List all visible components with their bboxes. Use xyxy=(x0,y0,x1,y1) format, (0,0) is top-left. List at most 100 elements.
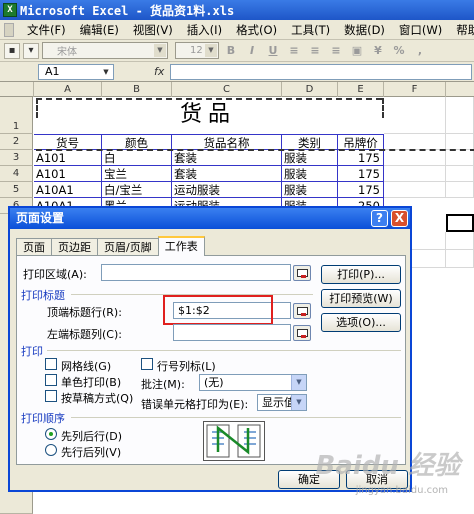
empty-cell[interactable] xyxy=(446,232,474,250)
options-button[interactable]: 选项(O)... xyxy=(321,313,401,332)
table-cell[interactable]: 175 xyxy=(338,182,384,198)
tab-sheet[interactable]: 工作表 xyxy=(157,236,205,256)
menu-help[interactable]: 帮助(H) xyxy=(449,22,474,38)
empty-cell[interactable] xyxy=(446,166,474,182)
cols-to-repeat-input[interactable] xyxy=(173,324,291,341)
save-icon[interactable]: ▪ xyxy=(4,42,20,59)
menu-tools[interactable]: 工具(T) xyxy=(284,22,337,38)
tab-margins[interactable]: 页边距 xyxy=(51,238,98,256)
close-button[interactable]: X xyxy=(391,210,408,227)
empty-cell[interactable] xyxy=(384,150,446,166)
column-header-e[interactable]: E xyxy=(338,82,384,97)
table-cell[interactable]: 运动服装 xyxy=(172,182,282,198)
row-header-1[interactable]: 1 xyxy=(0,97,33,134)
table-cell[interactable]: A10A1 xyxy=(34,182,102,198)
cell-errors-select[interactable]: 显示值 ▼ xyxy=(257,394,307,411)
currency-icon[interactable]: ¥ xyxy=(369,42,387,59)
menu-file[interactable]: 文件(F) xyxy=(20,22,73,38)
empty-cell[interactable] xyxy=(446,250,474,268)
align-center-icon[interactable]: ≡ xyxy=(306,42,324,59)
row-header-3[interactable]: 3 xyxy=(0,150,33,166)
row-header-5[interactable]: 5 xyxy=(0,182,33,198)
font-size-select[interactable]: 12 ▼ xyxy=(175,42,219,59)
toolbar-options-icon[interactable]: ▾ xyxy=(23,42,39,59)
empty-cell[interactable] xyxy=(446,182,474,198)
italic-button[interactable]: I xyxy=(243,42,261,59)
column-header-b[interactable]: B xyxy=(102,82,172,97)
dialog-title: 页面设置 xyxy=(16,211,65,225)
table-cell[interactable]: A101 xyxy=(34,150,102,166)
bold-button[interactable]: B xyxy=(222,42,240,59)
row-header-2[interactable]: 2 xyxy=(0,134,33,150)
mono-label: 单色打印(B) xyxy=(61,376,122,389)
print-preview-button[interactable]: 打印预览(W) xyxy=(321,289,401,308)
column-header-d[interactable]: D xyxy=(282,82,338,97)
header-cell-price[interactable]: 吊牌价 xyxy=(338,134,384,150)
percent-button[interactable]: % xyxy=(390,42,408,59)
over-then-down-radio[interactable] xyxy=(45,444,57,456)
comments-select[interactable]: (无) ▼ xyxy=(199,374,307,391)
tab-header-footer[interactable]: 页眉/页脚 xyxy=(97,238,159,256)
header-cell-item-no[interactable]: 货号 xyxy=(34,134,102,150)
empty-cell[interactable] xyxy=(412,250,446,268)
select-all-corner[interactable] xyxy=(0,82,34,97)
table-cell[interactable]: 服装 xyxy=(282,166,338,182)
collapse-dialog-icon[interactable] xyxy=(293,265,311,281)
print-area-input[interactable] xyxy=(101,264,291,281)
down-then-over-radio[interactable] xyxy=(45,428,57,440)
gridlines-checkbox[interactable] xyxy=(45,358,57,370)
table-cell[interactable]: 白/宝兰 xyxy=(102,182,172,198)
header-cell-color[interactable]: 颜色 xyxy=(102,134,172,150)
table-cell[interactable]: 175 xyxy=(338,166,384,182)
collapse-dialog-icon[interactable] xyxy=(293,325,311,341)
column-header-c[interactable]: C xyxy=(172,82,282,97)
header-cell-category[interactable]: 类别 xyxy=(282,134,338,150)
comma-button[interactable]: , xyxy=(411,42,429,59)
empty-cell[interactable] xyxy=(384,166,446,182)
empty-cell[interactable] xyxy=(412,232,446,250)
name-box[interactable]: A1 ▼ xyxy=(38,64,114,80)
table-cell[interactable]: 套装 xyxy=(172,150,282,166)
table-cell[interactable]: 白 xyxy=(102,150,172,166)
menu-data[interactable]: 数据(D) xyxy=(337,22,392,38)
draft-checkbox[interactable] xyxy=(45,390,57,402)
tab-page[interactable]: 页面 xyxy=(16,238,52,256)
empty-cell[interactable] xyxy=(384,134,446,150)
formula-bar: A1 ▼ fx xyxy=(0,62,474,82)
mono-checkbox[interactable] xyxy=(45,374,57,386)
fx-icon[interactable]: fx xyxy=(154,65,164,78)
print-button[interactable]: 打印(P)... xyxy=(321,265,401,284)
table-cell[interactable]: 套装 xyxy=(172,166,282,182)
header-cell-name[interactable]: 货品名称 xyxy=(172,134,282,150)
formula-input[interactable] xyxy=(170,64,472,80)
merge-center-icon[interactable]: ▣ xyxy=(348,42,366,59)
table-cell[interactable]: 服装 xyxy=(282,150,338,166)
table-cell[interactable]: A101 xyxy=(34,166,102,182)
menu-window[interactable]: 窗口(W) xyxy=(392,22,449,38)
menu-bar: 文件(F) 编辑(E) 视图(V) 插入(I) 格式(O) 工具(T) 数据(D… xyxy=(0,20,474,40)
column-header-a[interactable]: A xyxy=(34,82,102,97)
menu-view[interactable]: 视图(V) xyxy=(126,22,180,38)
align-right-icon[interactable]: ≡ xyxy=(327,42,345,59)
row-col-headers-checkbox[interactable] xyxy=(141,358,153,370)
empty-cell[interactable] xyxy=(446,97,474,134)
column-header-f[interactable]: F xyxy=(384,82,446,97)
menu-edit[interactable]: 编辑(E) xyxy=(73,22,126,38)
table-cell[interactable]: 175 xyxy=(338,150,384,166)
empty-cell[interactable] xyxy=(384,97,446,134)
sheet-title-cell[interactable]: 货品 xyxy=(34,97,382,133)
underline-button[interactable]: U xyxy=(264,42,282,59)
table-cell[interactable]: 宝兰 xyxy=(102,166,172,182)
active-cell[interactable] xyxy=(446,214,474,232)
empty-cell[interactable] xyxy=(446,134,474,150)
menu-format[interactable]: 格式(O) xyxy=(229,22,284,38)
empty-cell[interactable] xyxy=(446,150,474,166)
empty-cell[interactable] xyxy=(384,182,446,198)
collapse-dialog-icon[interactable] xyxy=(293,303,311,319)
menu-insert[interactable]: 插入(I) xyxy=(180,22,229,38)
table-cell[interactable]: 服装 xyxy=(282,182,338,198)
font-name-select[interactable]: 宋体 ▼ xyxy=(42,42,168,59)
row-header-4[interactable]: 4 xyxy=(0,166,33,182)
help-button[interactable]: ? xyxy=(371,210,388,227)
align-left-icon[interactable]: ≡ xyxy=(285,42,303,59)
